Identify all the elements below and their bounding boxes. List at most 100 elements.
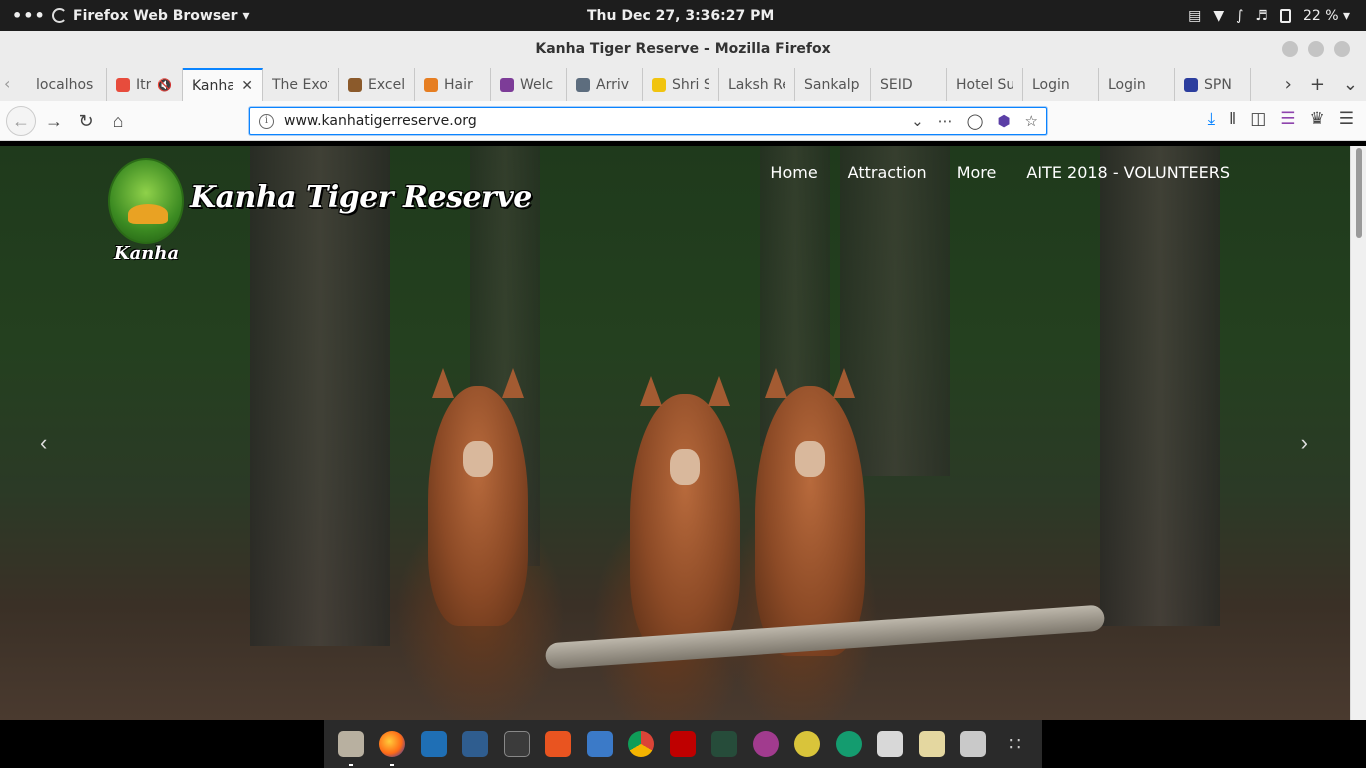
pocket-icon[interactable]: ◯: [967, 112, 984, 130]
browser-tab[interactable]: Login: [1099, 68, 1175, 101]
chevron-right-icon[interactable]: ›: [1285, 74, 1292, 95]
favicon-icon: [348, 77, 362, 92]
browser-tab[interactable]: Shri S: [643, 68, 719, 101]
battery-icon: [1279, 8, 1291, 23]
terminal-icon[interactable]: [503, 731, 530, 757]
site-logo[interactable]: Kanha Tiger Reserve: [108, 158, 532, 244]
favicon-icon: [1184, 77, 1198, 92]
system-monitor-icon[interactable]: [711, 731, 738, 757]
star-icon[interactable]: ☆: [1025, 112, 1038, 130]
vscode-icon[interactable]: [420, 731, 447, 757]
files-icon[interactable]: [337, 731, 364, 766]
site-navigation: Home Attraction More AITE 2018 - VOLUNTE…: [770, 163, 1230, 182]
info-icon[interactable]: i: [259, 113, 274, 129]
app-menu[interactable]: Firefox Web Browser ▾: [52, 0, 249, 31]
tab-list: localhos Itr 🔇 Kanha ✕ The Exot Excel Hair Welc A…: [27, 68, 1251, 101]
wifi-icon: ▼: [1213, 7, 1225, 24]
nav-more[interactable]: More: [957, 163, 997, 182]
browser-tab[interactable]: Hair: [415, 68, 491, 101]
url-bar[interactable]: i www.kanhatigerreserve.org ⌄ ⋯ ◯ ⬢ ☆: [249, 107, 1047, 135]
writer-icon[interactable]: [586, 731, 613, 757]
hamburger-menu-icon[interactable]: ☰: [1339, 109, 1354, 129]
carousel-next-button[interactable]: ›: [1301, 430, 1308, 456]
tree-trunk: [1100, 146, 1220, 626]
clipboard-icon[interactable]: ▤: [1188, 8, 1201, 24]
tools-icon[interactable]: [960, 731, 987, 757]
new-tab-button[interactable]: +: [1310, 74, 1325, 95]
chrome-icon[interactable]: [628, 731, 655, 757]
browser-tab[interactable]: SEID: [871, 68, 947, 101]
maximize-button[interactable]: [1308, 41, 1324, 57]
home-button[interactable]: ⌂: [106, 109, 130, 133]
system-top-bar: ••• Firefox Web Browser ▾ Thu Dec 27, 3:…: [0, 0, 1366, 31]
favicon-icon: [116, 77, 130, 92]
close-tab-icon[interactable]: ✕: [241, 78, 253, 94]
tab-label: Login: [1032, 76, 1070, 93]
reload-icon: ↻: [78, 110, 94, 131]
browser-tab[interactable]: localhos: [27, 68, 107, 101]
clock[interactable]: Thu Dec 27, 3:36:27 PM: [587, 0, 774, 31]
chevron-down-icon[interactable]: ⌄: [911, 112, 924, 130]
minimize-button[interactable]: [1282, 41, 1298, 57]
forward-button[interactable]: →: [42, 109, 66, 133]
calculator-icon[interactable]: [877, 731, 904, 757]
reader-extension-icon[interactable]: ☰: [1280, 109, 1295, 129]
browser-tab[interactable]: Laksh Re: [719, 68, 795, 101]
gitkraken-icon[interactable]: [835, 731, 862, 757]
reload-button[interactable]: ↻: [74, 109, 98, 133]
nav-home[interactable]: Home: [770, 163, 817, 182]
tab-label: Sankalp: [804, 76, 860, 93]
filezilla-icon[interactable]: [669, 731, 696, 757]
tab-label: Excel: [368, 76, 405, 93]
sidebar-icon[interactable]: ◫: [1250, 109, 1266, 129]
home-icon: ⌂: [112, 110, 124, 131]
browser-tab[interactable]: Itr 🔇: [107, 68, 183, 101]
vpn-icon[interactable]: [752, 731, 779, 757]
browser-tab[interactable]: Arriv: [567, 68, 643, 101]
show-apps-icon[interactable]: ∷: [1002, 731, 1028, 757]
browser-tab[interactable]: Login: [1023, 68, 1099, 101]
tree-trunk: [840, 146, 950, 476]
tab-label: Arriv: [596, 76, 630, 93]
bluetooth-icon: ∫: [1236, 7, 1244, 24]
keyring-icon[interactable]: [794, 731, 821, 757]
tab-label: SPN: [1204, 76, 1232, 93]
back-button[interactable]: ←: [6, 106, 36, 136]
library-icon[interactable]: ‖: [1229, 109, 1236, 129]
page-actions-icon[interactable]: ⋯: [938, 112, 953, 130]
close-window-button[interactable]: [1334, 41, 1350, 57]
scrollbar-thumb[interactable]: [1356, 148, 1362, 238]
firefox-icon[interactable]: [379, 731, 406, 766]
carousel-prev-button[interactable]: ‹: [40, 430, 47, 456]
nav-aite-volunteers[interactable]: AITE 2018 - VOLUNTEERS: [1026, 163, 1230, 182]
speaker-muted-icon[interactable]: 🔇: [157, 78, 172, 92]
tab-label: Kanha: [192, 77, 234, 94]
notes-icon[interactable]: [918, 731, 945, 757]
favicon-icon: [500, 77, 514, 92]
site-title: Kanha Tiger Reserve: [190, 179, 532, 215]
chevron-down-icon[interactable]: ⌄: [1343, 74, 1358, 95]
chevron-left-icon[interactable]: ‹: [4, 74, 10, 93]
tab-label: SEID: [880, 76, 913, 93]
window-title: Kanha Tiger Reserve - Mozilla Firefox: [535, 41, 831, 57]
mysql-workbench-icon[interactable]: [462, 731, 489, 757]
url-text[interactable]: www.kanhatigerreserve.org: [284, 113, 911, 129]
browser-tab[interactable]: The Exot: [263, 68, 339, 101]
arrow-right-icon: →: [45, 110, 63, 131]
nav-attraction[interactable]: Attraction: [848, 163, 927, 182]
browser-tab[interactable]: Excel: [339, 68, 415, 101]
software-center-icon[interactable]: [545, 731, 572, 757]
favicon-icon: [576, 77, 590, 92]
system-tray[interactable]: ▤ ▼ ∫ ♬ 22 % ▾: [1188, 0, 1350, 31]
paw-extension-icon[interactable]: ♛: [1310, 109, 1325, 129]
browser-tab[interactable]: Hotel Su: [947, 68, 1023, 101]
browser-tab[interactable]: SPN: [1175, 68, 1251, 101]
extension-cube-icon[interactable]: ⬢: [997, 112, 1010, 130]
browser-tab[interactable]: Sankalp: [795, 68, 871, 101]
activities-button[interactable]: •••: [12, 0, 46, 31]
page-scrollbar[interactable]: [1350, 146, 1366, 720]
download-icon[interactable]: ⤓: [1208, 109, 1216, 129]
browser-tab[interactable]: Kanha ✕: [183, 68, 263, 101]
favicon-icon: [652, 77, 666, 92]
browser-tab[interactable]: Welc: [491, 68, 567, 101]
